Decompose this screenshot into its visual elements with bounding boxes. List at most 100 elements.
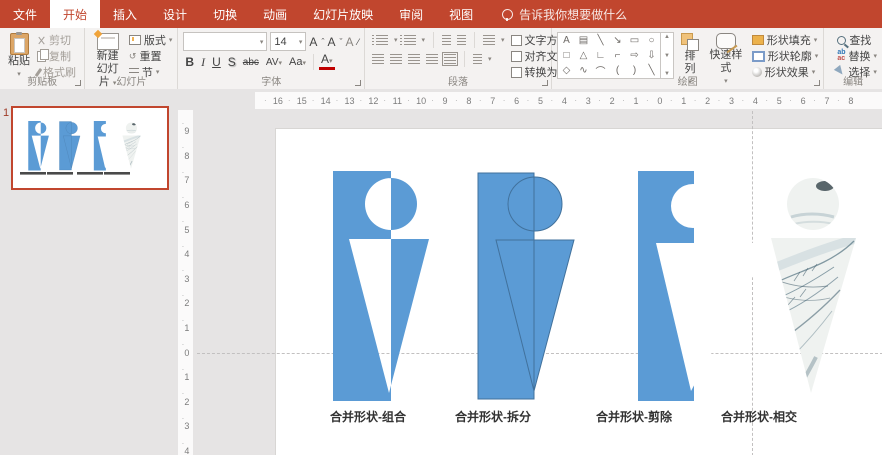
strikethrough-button[interactable]: abc [241,57,261,68]
tell-me-box[interactable]: 告诉我你想要做什么 [502,0,627,28]
drawing-dialog-launcher[interactable] [814,80,821,86]
horizontal-ruler-number: 15 [288,96,314,106]
align-center-icon[interactable] [389,54,402,64]
quick-styles-icon [715,33,736,49]
grow-font-button[interactable]: Aˆ [309,35,324,49]
vertical-ruler-number: 4 [178,242,193,267]
slide-thumbnail-preview [20,108,167,175]
increase-indent-icon[interactable] [457,35,467,45]
reset-icon: ↺ [128,50,137,61]
slide-number: 1 [3,107,10,119]
shape-gallery-item[interactable]: △ [575,48,592,63]
shape-gallery-item[interactable]: ○ [643,33,660,48]
copy-button[interactable]: 复制 [37,48,76,63]
gallery-down-icon[interactable]: ▼ [664,53,670,59]
reset-button[interactable]: ↺ 重置 [129,49,173,63]
line-spacing-icon[interactable] [483,35,496,45]
horizontal-ruler-number: 8 [455,96,481,106]
bullets-icon[interactable] [371,35,388,45]
vertical-ruler-number: 4 [178,439,193,455]
vertical-ruler-number: 7 [178,168,193,193]
clipboard-group-label: 剪贴板 [27,77,58,88]
horizontal-ruler-number: 4 [742,96,768,106]
ribbon-tab[interactable]: 幻灯片放映 [300,0,386,28]
tell-me-label: 告诉我你想要做什么 [519,7,628,22]
shape-gallery-item[interactable]: ▤ [575,33,592,48]
vertical-ruler-number: 6 [178,193,193,218]
shape-label[interactable]: 合并形状-相交 [689,408,829,425]
group-paragraph: ▾ ▾ ▾ ▾ 文字方向▾ [365,28,611,89]
shape-fill-button[interactable]: 形状填充 ▾ [751,33,819,47]
clear-formatting-button[interactable]: A ⁄ [345,35,359,49]
align-left-icon[interactable] [371,54,384,64]
merge-shapes-graphics[interactable] [276,129,882,455]
shape-gallery-item[interactable]: ↘ [609,33,626,48]
slide-canvas: 合并形状-组合 合并形状-拆分 合并形状-剪除 合并形状-相交 [196,110,882,455]
horizontal-ruler-number: 9 [431,96,457,106]
ribbon-tab[interactable]: 切换 [200,0,250,28]
ribbon-tab[interactable]: 设计 [150,0,200,28]
shape-gallery-item[interactable]: □ [558,48,575,63]
copy-icon [37,48,49,62]
horizontal-ruler-number: 11 [383,96,409,106]
scissors-icon [37,36,46,45]
shape-gallery-item[interactable]: ╲ [592,33,609,48]
character-spacing-button[interactable]: AV▾ [264,57,284,68]
shape-label[interactable]: 合并形状-剪除 [564,408,704,425]
font-dialog-launcher[interactable] [354,80,361,86]
text-shadow-button[interactable]: S [226,55,238,69]
horizontal-ruler-number: 8 [837,96,863,106]
change-case-button[interactable]: Aa▾ [287,56,308,68]
shape-gallery-item[interactable]: ∟ [592,48,609,63]
horizontal-ruler-number: 4 [551,96,577,106]
font-group-label: 字体 [261,77,282,88]
clipboard-dialog-launcher[interactable] [75,80,82,86]
shape-gallery-item[interactable]: ▭ [626,33,643,48]
underline-button[interactable]: U [210,55,223,69]
layout-button[interactable]: 版式 ▾ [128,33,172,47]
shape-label[interactable]: 合并形状-组合 [298,408,438,425]
ribbon-tab[interactable]: 插入 [100,0,150,28]
ribbon-tab[interactable]: 文件 [0,0,50,28]
ribbon-tab[interactable]: 视图 [436,0,486,28]
shape-fill-icon [751,35,764,45]
italic-button[interactable]: I [199,55,207,70]
shape-gallery-item[interactable]: ⇨ [626,48,643,63]
gallery-up-icon[interactable]: ▲ [664,34,670,40]
lightbulb-icon [502,8,514,21]
justify-icon[interactable] [425,54,438,64]
font-family-combobox[interactable]: ▾ [183,32,268,51]
find-button[interactable]: 查找 [837,33,877,47]
align-right-icon[interactable] [407,54,420,64]
horizontal-ruler-number: 3 [574,96,600,106]
columns-icon[interactable] [441,52,458,66]
text-columns-icon[interactable] [472,54,482,64]
shape-outline-button[interactable]: 形状轮廓 ▾ [751,49,818,63]
ribbon-tab[interactable]: 审阅 [386,0,436,28]
shape-gallery-item[interactable]: A [558,33,575,48]
magnifier-icon [837,35,847,45]
decrease-indent-icon[interactable] [442,35,452,45]
font-color-button[interactable]: A▾ [319,53,335,70]
slide[interactable]: 合并形状-组合 合并形状-拆分 合并形状-剪除 合并形状-相交 [197,111,882,455]
font-size-combobox[interactable]: 14 ▾ [270,32,307,51]
bold-button[interactable]: B [183,55,196,69]
replace-button[interactable]: ab ac 替换 ▾ [837,49,877,63]
shape-gallery-item[interactable]: ⇩ [643,48,660,63]
shape-label[interactable]: 合并形状-拆分 [423,408,563,425]
cut-button[interactable]: 剪切 [37,33,76,47]
numbering-icon[interactable] [399,35,416,45]
shrink-font-button[interactable]: Aˇ [327,35,342,49]
ribbon-tab[interactable]: 动画 [250,0,300,28]
horizontal-ruler-number: 13 [336,96,362,106]
slide-thumbnail[interactable] [11,106,169,190]
slide-thumbnail-panel: 1 [0,89,176,455]
group-font: ▾ 14▾ Aˆ Aˇ A⁄ B I U S abc AV▾ Aa▾ A▾ [178,28,365,89]
shape-gallery-item[interactable]: ⌐ [609,48,626,63]
ribbon-tab[interactable]: 开始 [50,0,101,28]
horizontal-ruler-number: 5 [765,96,791,106]
arrange-icon [680,33,699,51]
shape-outline-icon [751,50,765,62]
shape-gallery-scrollbar[interactable]: ▲ ▼ ▼ [659,33,673,78]
paragraph-dialog-launcher[interactable] [541,80,548,86]
